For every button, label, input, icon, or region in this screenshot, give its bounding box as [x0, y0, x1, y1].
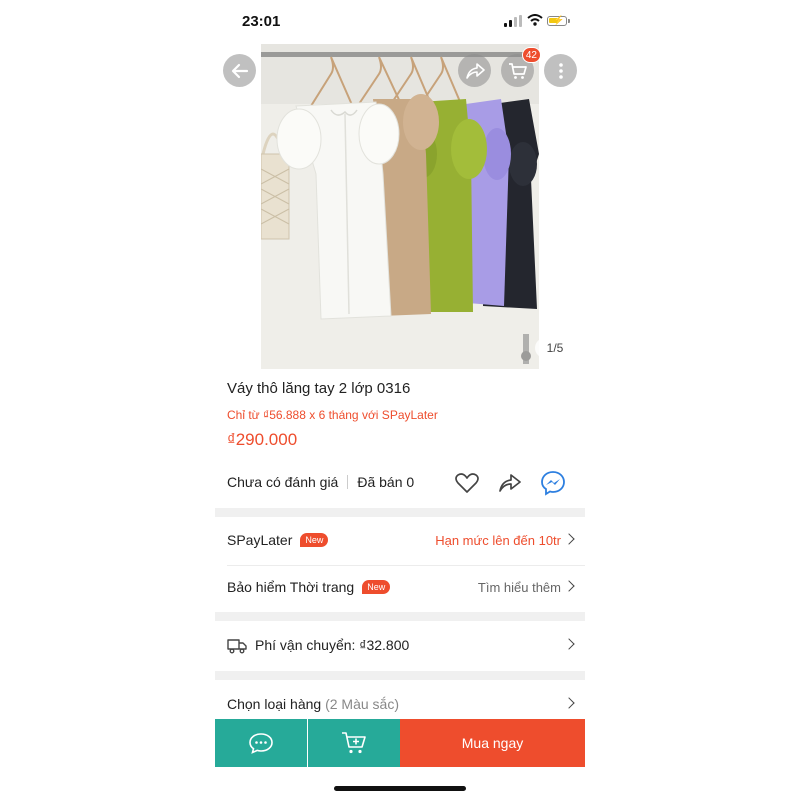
- product-stats: Chưa có đánh giá Đã bán 0: [227, 474, 414, 490]
- rating-text: Chưa có đánh giá: [227, 474, 339, 490]
- spaylater-row[interactable]: SPayLater New Hạn mức lên đến 10tr: [215, 518, 585, 564]
- image-counter: 1/5: [535, 338, 575, 358]
- status-bar: 23:01 ⚡: [215, 0, 585, 44]
- product-image[interactable]: [261, 44, 539, 369]
- section-divider: [215, 612, 585, 621]
- battery-icon: ⚡: [547, 16, 570, 26]
- installment-promo[interactable]: Chỉ từ ₫56.888 x 6 tháng với SPayLater: [227, 408, 438, 422]
- product-page: 23:01 ⚡ 42 1/5 Váy thô lăng tay 2 lớp 03…: [215, 0, 585, 800]
- chevron-right-icon: [563, 638, 575, 650]
- chevron-right-icon: [563, 580, 575, 592]
- back-button[interactable]: [223, 54, 256, 87]
- product-price: ₫290.000: [227, 430, 298, 449]
- variant-label: Chọn loại hàng: [227, 696, 322, 712]
- cart-button[interactable]: 42: [501, 47, 541, 87]
- insurance-label: Bảo hiểm Thời trang: [227, 579, 355, 595]
- signal-icon: [504, 15, 524, 27]
- buy-now-button[interactable]: Mua ngay: [400, 719, 585, 767]
- cart-count-badge: 42: [521, 47, 541, 63]
- home-indicator[interactable]: [334, 786, 466, 791]
- shipping-fee: Phí vận chuyển: ₫32.800: [255, 637, 410, 653]
- chat-icon: [249, 733, 273, 754]
- product-photo: [261, 44, 539, 369]
- sold-text: Đã bán 0: [357, 474, 415, 490]
- shipping-row[interactable]: Phí vận chuyển: ₫32.800: [215, 623, 585, 669]
- product-title: Váy thô lăng tay 2 lớp 0316: [227, 380, 411, 397]
- insurance-learn-more: Tìm hiểu thêm: [477, 580, 561, 595]
- new-badge: New: [300, 533, 329, 547]
- section-divider: [215, 671, 585, 680]
- chevron-right-icon: [563, 533, 575, 545]
- messenger-icon[interactable]: [540, 470, 566, 496]
- variant-detail: (2 Màu sắc): [325, 696, 399, 712]
- add-to-cart-icon: [342, 732, 366, 754]
- add-to-cart-button[interactable]: [308, 719, 400, 767]
- share-icon[interactable]: [497, 470, 523, 496]
- more-button[interactable]: [544, 54, 577, 87]
- more-icon: [558, 62, 563, 79]
- cart-icon: [508, 62, 527, 79]
- spaylater-limit: Hạn mức lên đến 10tr: [435, 533, 561, 548]
- chevron-right-icon: [563, 697, 575, 709]
- stats-divider: [347, 475, 349, 489]
- insurance-row[interactable]: Bảo hiểm Thời trang New Tìm hiểu thêm: [215, 565, 585, 611]
- back-arrow-icon: [231, 63, 248, 78]
- share-icon: [465, 62, 485, 79]
- spaylater-label: SPayLater: [227, 532, 293, 548]
- heart-icon[interactable]: [454, 470, 480, 496]
- wifi-icon: [527, 14, 543, 26]
- section-divider: [215, 508, 585, 517]
- new-badge: New: [362, 580, 391, 594]
- truck-icon: [227, 639, 247, 654]
- chat-button[interactable]: [215, 719, 307, 767]
- bottom-action-bar: Mua ngay: [215, 719, 585, 767]
- status-time: 23:01: [242, 13, 281, 30]
- share-button[interactable]: [458, 54, 491, 87]
